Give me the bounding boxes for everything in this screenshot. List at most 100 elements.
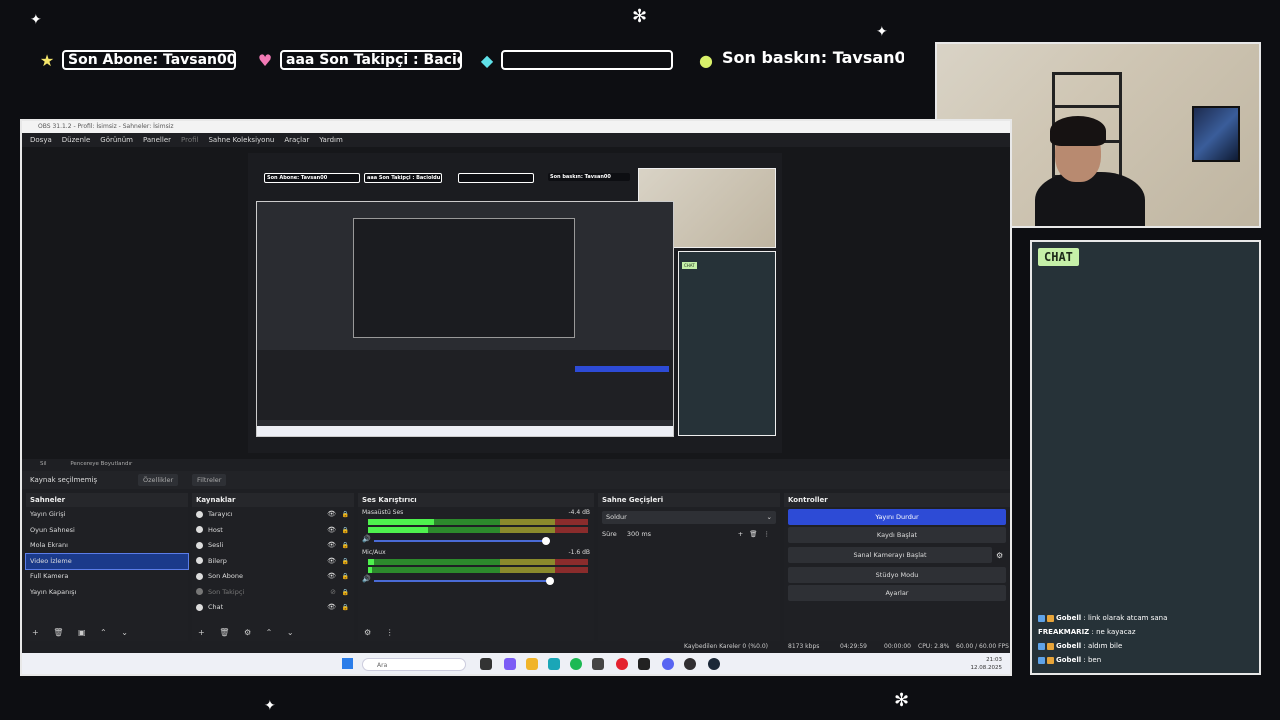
source-item[interactable]: Son Abone 👁 🔒 — [192, 569, 354, 585]
explorer-icon[interactable] — [526, 658, 538, 670]
sparkle-decoration: ✻ — [632, 6, 648, 27]
menu-profile[interactable]: Profil — [181, 133, 198, 147]
gear-icon[interactable]: ⚙ — [996, 551, 1010, 560]
speaker-icon[interactable]: 🔊 — [362, 535, 371, 543]
copilot-icon[interactable] — [504, 658, 516, 670]
source-controls[interactable]: + 🗑 ⚙ ⌃ ⌄ — [192, 625, 354, 641]
filters-button[interactable]: Filtreler — [192, 474, 227, 486]
meter-level — [368, 567, 372, 573]
source-bar: Kaynak seçilmemiş Özellikler Filtreler — [22, 471, 1010, 489]
menu-tools[interactable]: Araçlar — [284, 133, 309, 147]
volume-slider[interactable] — [374, 537, 550, 545]
app-icon[interactable] — [592, 658, 604, 670]
controls-dock: Kontroller Yayını Durdur Kaydı Başlat Sa… — [784, 493, 1010, 641]
obs-window: OBS 31.1.2 - Profil: İsimsiz - Sahneler:… — [20, 119, 1012, 676]
menu-help[interactable]: Yardım — [319, 133, 343, 147]
source-item-hidden[interactable]: Son Takipçi ⊘ 🔒 — [192, 585, 354, 601]
scene-item[interactable]: Yayın Girişi — [26, 507, 188, 523]
menu-edit[interactable]: Düzenle — [62, 133, 91, 147]
scene-item[interactable]: Yayın Kapanışı — [26, 585, 188, 601]
delete-source-button[interactable]: Sil — [40, 461, 47, 467]
nested-alert — [458, 173, 534, 183]
empty-alert — [501, 50, 673, 70]
scenes-dock: Sahneler Yayın Girişi Oyun Sahnesi Mola … — [25, 493, 189, 641]
terminal-icon[interactable] — [638, 658, 650, 670]
chat-panel: CHAT Gobell : link olarak atcam sana FRE… — [1030, 240, 1261, 675]
sources-title: Kaynaklar — [192, 493, 354, 507]
circle-icon: ● — [699, 51, 713, 70]
duration-row: Süre 300 ms +🗑⋮ — [598, 528, 780, 541]
edge-icon[interactable] — [548, 658, 560, 670]
source-item[interactable]: Host 👁 🔒 — [192, 523, 354, 539]
dropped-frames: Kaybedilen Kareler 0 (%0.0) — [684, 643, 769, 650]
scene-item[interactable]: Oyun Sahnesi — [26, 523, 188, 539]
mixer-title: Ses Karıştırıcı — [358, 493, 594, 507]
sparkle-decoration: ✻ — [894, 690, 910, 711]
source-item[interactable]: Sesli 👁 🔒 — [192, 538, 354, 554]
meter-level — [368, 527, 428, 533]
steam-icon[interactable] — [708, 658, 720, 670]
scene-transitions-dock: Sahne Geçişleri Soldur ⌄ Süre 300 ms +🗑⋮ — [598, 493, 780, 641]
task-view-icon[interactable] — [480, 658, 492, 670]
menu-view[interactable]: Görünüm — [100, 133, 133, 147]
nested-preview: Son Abone: Tavsan00 aaa Son Takipçi : Ba… — [248, 153, 782, 453]
discord-icon[interactable] — [662, 658, 674, 670]
slider-handle[interactable] — [542, 537, 550, 545]
scene-item-selected[interactable]: Video İzleme — [25, 552, 189, 570]
sources-dock: Kaynaklar Tarayıcı 👁 🔒 Host 👁 🔒 Sesli 👁 🔒 Bile… — [192, 493, 354, 641]
studio-mode-button[interactable]: Stüdyo Modu — [788, 567, 1006, 583]
preview-canvas[interactable]: Son Abone: Tavsan00 aaa Son Takipçi : Ba… — [22, 147, 1010, 459]
obs-icon[interactable] — [684, 658, 696, 670]
nested-alert: Son baskın: Tavsan00 — [548, 173, 630, 181]
meter-level — [368, 519, 434, 525]
opera-icon[interactable] — [616, 658, 628, 670]
fps: 60.00 / 60.00 FPS — [956, 643, 1009, 650]
chat-title: CHAT — [1038, 248, 1079, 266]
resize-to-window-button[interactable]: Pencereye Boyutlandır — [70, 461, 132, 467]
volume-meter — [368, 567, 588, 573]
duration-input[interactable]: 300 ms — [627, 530, 651, 538]
sparkle-decoration: ✦ — [30, 12, 42, 28]
start-virtual-camera-button[interactable]: Sanal Kamerayı Başlat — [788, 547, 992, 563]
stop-stream-button[interactable]: Yayını Durdur — [788, 509, 1006, 525]
scene-controls[interactable]: + 🗑 ▣ ⌃ ⌄ — [26, 625, 188, 641]
volume-slider[interactable] — [374, 577, 554, 585]
chat-message: Gobell : aldım bile — [1038, 639, 1256, 653]
speaker-icon[interactable]: 🔊 — [362, 575, 371, 583]
status-bar: Kaybedilen Kareler 0 (%0.0) 8173 kbps 04… — [22, 641, 1010, 653]
properties-button[interactable]: Özellikler — [138, 474, 179, 486]
spotify-icon[interactable] — [570, 658, 582, 670]
source-item[interactable]: Tarayıcı 👁 🔒 — [192, 507, 354, 523]
mixer-controls[interactable]: ⚙ ⋮ — [358, 625, 594, 641]
settings-button[interactable]: Ayarlar — [788, 585, 1006, 601]
windows-taskbar: Ara 21:03 12.08.2025 — [22, 653, 1010, 674]
menu-scene-collection[interactable]: Sahne Koleksiyonu — [208, 133, 274, 147]
menu-docks[interactable]: Paneller — [143, 133, 171, 147]
chat-message: FREAKMARIZ : ne kayacaz — [1038, 628, 1136, 636]
transitions-title: Sahne Geçişleri — [598, 493, 780, 507]
slider-handle[interactable] — [546, 577, 554, 585]
transition-select[interactable]: Soldur ⌄ — [602, 511, 776, 524]
scene-item[interactable]: Full Kamera — [26, 569, 188, 585]
source-item[interactable]: Chat 👁 🔒 — [192, 600, 354, 616]
heart-icon: ♥ — [257, 51, 273, 70]
meter-level — [368, 559, 374, 565]
taskbar-search-input[interactable]: Ara — [362, 658, 466, 671]
taskbar-clock[interactable]: 21:03 12.08.2025 — [971, 656, 1003, 672]
scene-item[interactable]: Mola Ekranı — [26, 538, 188, 554]
chat-messages: Gobell : link olarak atcam sana FREAKMAR… — [1038, 611, 1256, 667]
volume-meter — [368, 527, 588, 533]
last-raid-alert: Son baskın: Tavsan00 — [718, 50, 904, 70]
windows-start-icon[interactable] — [342, 658, 353, 669]
scenes-title: Sahneler — [26, 493, 188, 507]
source-item[interactable]: Bilerp 👁 🔒 — [192, 554, 354, 570]
no-source-label: Kaynak seçilmemiş — [30, 476, 98, 484]
clock-time: 21:03 — [986, 657, 1002, 663]
menu-file[interactable]: Dosya — [30, 133, 52, 147]
start-recording-button[interactable]: Kaydı Başlat — [788, 527, 1006, 543]
volume-meter — [368, 519, 588, 525]
transition-buttons[interactable]: +🗑⋮ — [738, 528, 776, 541]
star-icon: ★ — [39, 51, 55, 70]
preview-toolbar: Sil Pencereye Boyutlandır — [22, 459, 1010, 469]
nested-alert: Son Abone: Tavsan00 — [264, 173, 360, 183]
